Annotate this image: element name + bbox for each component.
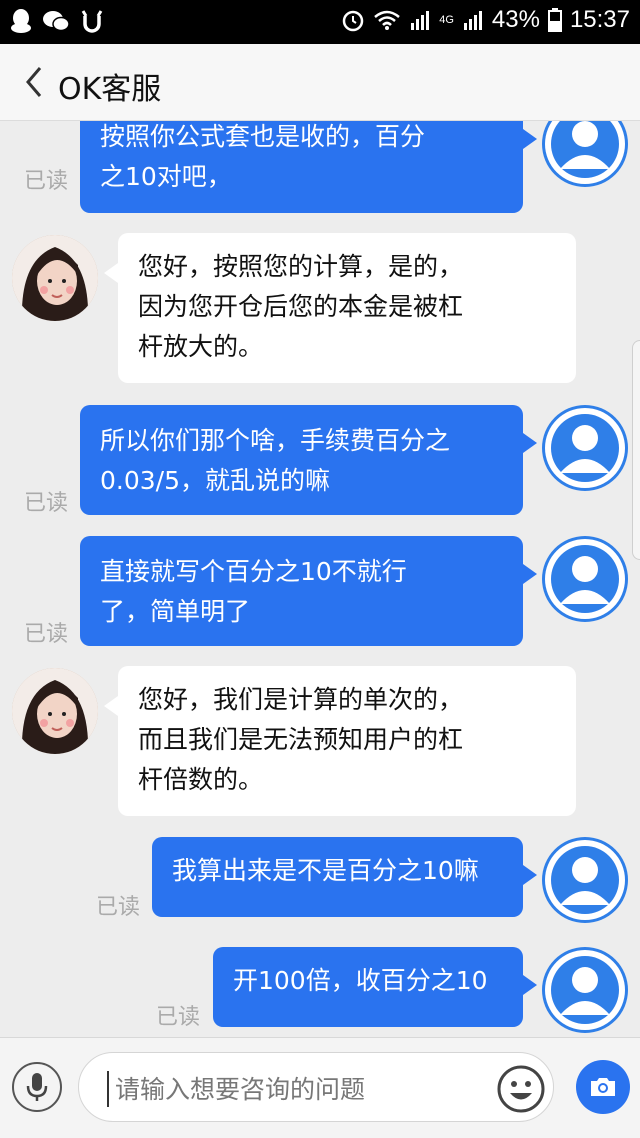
chat-header: OK客服 [0, 44, 640, 121]
avatar[interactable] [542, 947, 628, 1033]
wifi-icon [374, 10, 401, 30]
signal-icon [411, 11, 430, 30]
back-chevron-icon[interactable] [20, 62, 50, 102]
camera-button[interactable] [576, 1060, 630, 1114]
bubble-tail [523, 865, 537, 885]
avatar[interactable] [542, 837, 628, 923]
app-notification-icon [81, 10, 103, 33]
read-receipt: 已读 [24, 622, 69, 647]
message-input-box [78, 1052, 554, 1122]
status-bar: 4G 43% 15:37 [0, 0, 640, 44]
message-bubble[interactable]: 开100倍，收百分之10 [213, 947, 523, 1027]
bubble-tail [523, 564, 537, 584]
agent-avatar-photo [12, 235, 98, 321]
message-bubble[interactable]: 直接就写个百分之10不就行 了，简单明了 [80, 536, 523, 646]
bubble-tail [523, 975, 537, 995]
message-input[interactable] [107, 1071, 467, 1107]
network-type-label: 4G [439, 14, 454, 26]
user-avatar-icon [545, 539, 625, 619]
message-bubble[interactable]: 我算出来是不是百分之10嘛 [152, 837, 523, 917]
read-receipt: 已读 [156, 1005, 201, 1030]
user-avatar-icon [545, 840, 625, 920]
bubble-tail [523, 433, 537, 453]
camera-icon [591, 1078, 615, 1096]
page-title: OK客服 [58, 72, 162, 107]
battery-percent: 43% [491, 6, 540, 33]
read-receipt: 已读 [24, 491, 69, 516]
avatar[interactable] [542, 405, 628, 491]
message-row-outgoing: 按照你公式套也是收的，百分 之10对吧， 已读 [0, 121, 640, 213]
message-input-bar [0, 1037, 640, 1138]
read-receipt: 已读 [96, 895, 141, 920]
user-avatar-icon [545, 950, 625, 1030]
battery-icon [547, 8, 562, 32]
message-row-outgoing: 我算出来是不是百分之10嘛 已读 [0, 837, 640, 927]
wechat-icon [43, 11, 70, 32]
bubble-tail [104, 263, 118, 283]
signal-icon [463, 11, 482, 30]
chat-message-list[interactable]: 按照你公式套也是收的，百分 之10对吧， 已读 您好，按照您的计算，是的， 因为… [0, 121, 640, 1037]
message-bubble[interactable]: 所以你们那个啥，手续费百分之 0.03/5，就乱说的嘛 [80, 405, 523, 515]
alarm-icon [342, 10, 364, 32]
avatar[interactable] [542, 121, 628, 187]
emoji-icon[interactable] [496, 1064, 546, 1114]
read-receipt: 已读 [24, 169, 69, 194]
message-row-incoming: 您好，我们是计算的单次的， 而且我们是无法预知用户的杠 杆倍数的。 [0, 666, 640, 816]
avatar[interactable] [12, 668, 98, 754]
message-row-outgoing: 直接就写个百分之10不就行 了，简单明了 已读 [0, 536, 640, 647]
scroll-handle[interactable] [632, 340, 640, 560]
avatar[interactable] [12, 235, 98, 321]
user-avatar-icon [545, 408, 625, 488]
status-notifications [10, 8, 104, 34]
clock: 15:37 [569, 6, 630, 33]
message-bubble[interactable]: 按照你公式套也是收的，百分 之10对吧， [80, 121, 523, 213]
bubble-tail [523, 129, 537, 149]
agent-avatar-photo [12, 668, 98, 754]
message-bubble[interactable]: 您好，按照您的计算，是的， 因为您开仓后您的本金是被杠 杆放大的。 [118, 233, 576, 383]
status-system: 4G 43% 15:37 [341, 6, 630, 34]
bubble-tail [104, 696, 118, 716]
message-bubble[interactable]: 您好，我们是计算的单次的， 而且我们是无法预知用户的杠 杆倍数的。 [118, 666, 576, 816]
microphone-icon [26, 1073, 48, 1101]
qq-icon [11, 9, 31, 33]
message-row-outgoing: 所以你们那个啥，手续费百分之 0.03/5，就乱说的嘛 已读 [0, 405, 640, 516]
message-row-incoming: 您好，按照您的计算，是的， 因为您开仓后您的本金是被杠 杆放大的。 [0, 233, 640, 383]
avatar[interactable] [542, 536, 628, 622]
message-row-outgoing: 开100倍，收百分之10 已读 [0, 947, 640, 1037]
voice-button[interactable] [12, 1062, 62, 1112]
user-avatar-icon [545, 121, 625, 184]
